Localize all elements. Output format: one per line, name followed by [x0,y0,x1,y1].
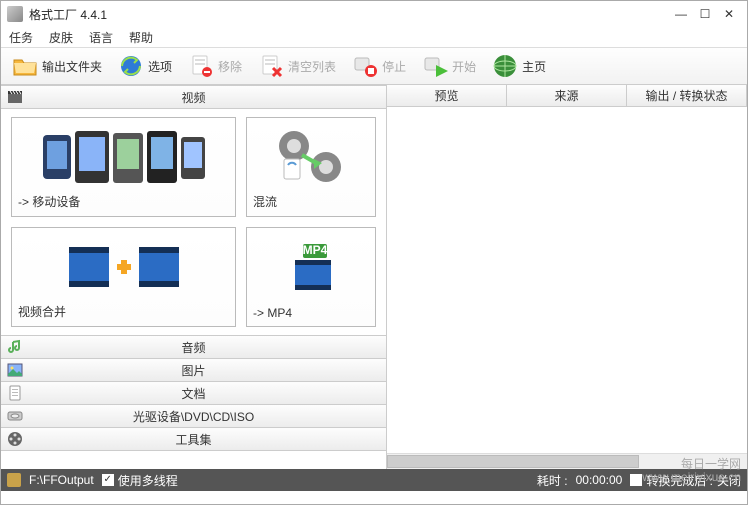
col-source[interactable]: 来源 [507,85,627,106]
folder-icon [12,53,38,79]
menubar: 任务 皮肤 语言 帮助 [1,27,747,47]
output-path[interactable]: F:\FFOutput [29,473,94,487]
after-convert-checkbox[interactable]: 转换完成后 : 关闭 [630,472,741,489]
tile-mobile-device[interactable]: -> 移动设备 [11,117,236,217]
section-tools-title: 工具集 [175,431,211,448]
options-label: 选项 [148,58,172,75]
film-reel-icon [7,431,23,447]
section-image[interactable]: 图片 [1,358,386,382]
clapperboard-icon [7,89,23,105]
col-preview[interactable]: 预览 [387,85,507,106]
tile-mobile-caption: -> 移动设备 [18,193,229,210]
join-art [18,234,229,299]
page-remove-icon [188,53,214,79]
tile-mp4-caption: -> MP4 [253,306,369,320]
section-tools[interactable]: 工具集 [1,427,386,451]
app-icon [7,6,23,22]
mp4-art: MP4 [253,234,369,302]
menu-lang[interactable]: 语言 [89,29,113,46]
checkbox-unchecked-icon [630,474,642,486]
scrollbar-thumb[interactable] [387,455,639,468]
mux-art [253,124,369,189]
titlebar: 格式工厂 4.4.1 — ☐ ✕ [1,1,747,27]
video-grid: -> 移动设备 混流 [1,109,386,335]
elapsed-label: 耗时 : [537,472,568,489]
document-icon [7,385,23,401]
remove-button[interactable]: 移除 [181,50,249,82]
home-button[interactable]: 主页 [485,50,553,82]
section-audio-title: 音频 [181,339,205,356]
window-title: 格式工厂 4.4.1 [29,6,669,23]
left-panel: 视频 -> 移动设备 [1,85,387,469]
image-icon [7,362,23,378]
multithread-label: 使用多线程 [118,472,178,489]
tile-mp4[interactable]: MP4 -> MP4 [246,227,376,327]
section-document[interactable]: 文档 [1,381,386,405]
section-video[interactable]: 视频 [1,85,386,109]
output-folder-button[interactable]: 输出文件夹 [5,50,109,82]
section-disc[interactable]: 光驱设备\DVD\CD\ISO [1,404,386,428]
col-status[interactable]: 输出 / 转换状态 [627,85,747,106]
horizontal-scrollbar[interactable] [387,453,747,469]
section-video-title: 视频 [181,89,205,106]
output-folder-label: 输出文件夹 [42,58,102,75]
after-convert-value: 关闭 [717,472,741,489]
tile-join-caption: 视频合并 [18,303,229,320]
statusbar: F:\FFOutput ✓ 使用多线程 耗时 : 00:00:00 转换完成后 … [1,469,747,491]
minimize-button[interactable]: — [669,5,693,23]
clear-list-button[interactable]: 清空列表 [251,50,343,82]
options-button[interactable]: 选项 [111,50,179,82]
sections-bottom: 音频 图片 文档 光驱设备\DVD\CD\ISO 工具集 [1,335,386,451]
menu-skin[interactable]: 皮肤 [49,29,73,46]
elapsed-value: 00:00:00 [576,473,623,487]
tile-video-join[interactable]: 视频合并 [11,227,236,327]
start-button[interactable]: 开始 [415,50,483,82]
disc-drive-icon [7,408,23,424]
globe-refresh-icon [118,53,144,79]
page-delete-icon [258,53,284,79]
stop-label: 停止 [382,58,406,75]
folder-small-icon[interactable] [7,473,21,487]
workspace: 视频 -> 移动设备 [1,85,747,469]
start-label: 开始 [452,58,476,75]
menu-task[interactable]: 任务 [9,29,33,46]
play-icon [422,53,448,79]
remove-label: 移除 [218,58,242,75]
toolbar: 输出文件夹 选项 移除 清空列表 停止 开始 主页 [1,47,747,85]
list-header: 预览 来源 输出 / 转换状态 [387,85,747,107]
menu-help[interactable]: 帮助 [129,29,153,46]
checkbox-checked-icon: ✓ [102,474,114,486]
clear-list-label: 清空列表 [288,58,336,75]
multithread-checkbox[interactable]: ✓ 使用多线程 [102,472,178,489]
tile-mux[interactable]: 混流 [246,117,376,217]
svg-text:MP4: MP4 [303,243,328,257]
stop-icon [352,53,378,79]
mobile-devices-art [18,124,229,189]
globe-icon [492,53,518,79]
section-audio[interactable]: 音频 [1,335,386,359]
right-panel: 预览 来源 输出 / 转换状态 [387,85,747,469]
tile-mux-caption: 混流 [253,193,369,210]
home-label: 主页 [522,58,546,75]
music-note-icon [7,339,23,355]
section-disc-title: 光驱设备\DVD\CD\ISO [133,408,254,425]
section-image-title: 图片 [181,362,205,379]
after-convert-label: 转换完成后 : [646,472,713,489]
stop-button[interactable]: 停止 [345,50,413,82]
section-document-title: 文档 [181,385,205,402]
list-body [387,107,747,469]
maximize-button[interactable]: ☐ [693,5,717,23]
close-button[interactable]: ✕ [717,5,741,23]
